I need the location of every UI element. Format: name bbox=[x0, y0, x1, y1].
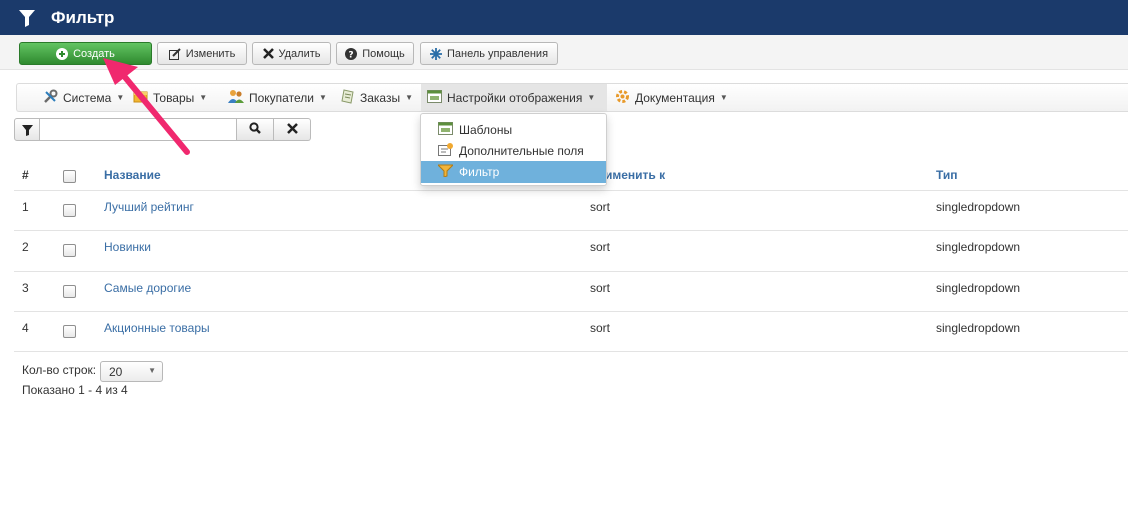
filter-icon bbox=[436, 164, 455, 180]
dropdown-item-templates[interactable]: Шаблоны bbox=[421, 119, 606, 141]
row-checkbox[interactable] bbox=[63, 285, 76, 298]
menu-item-orders[interactable]: Заказы ▼ bbox=[335, 84, 419, 111]
table-row: 1 Лучший рейтинг sort singledropdown bbox=[14, 190, 1128, 231]
table-row: 3 Самые дорогие sort singledropdown bbox=[14, 271, 1128, 312]
documentation-icon bbox=[615, 89, 630, 107]
delete-button[interactable]: Удалить bbox=[252, 42, 331, 65]
caret-down-icon: ▼ bbox=[719, 93, 728, 102]
help-button[interactable]: ? Помощь bbox=[336, 42, 414, 65]
table-row: 2 Новинки sort singledropdown bbox=[14, 230, 1128, 271]
rows-per-page-select[interactable]: 20 ▼ bbox=[100, 361, 163, 382]
menu-item-documentation[interactable]: Документация ▼ bbox=[609, 84, 734, 111]
search-icon bbox=[249, 122, 261, 137]
column-header-name[interactable]: Название bbox=[104, 160, 161, 190]
column-header-apply-to[interactable]: именить к bbox=[605, 160, 665, 190]
dropdown-item-extra-fields[interactable]: Дополнительные поля bbox=[421, 140, 606, 162]
plus-circle-icon bbox=[56, 47, 69, 60]
tools-icon bbox=[43, 89, 58, 107]
dropdown-item-filter[interactable]: Фильтр bbox=[421, 161, 606, 183]
search-bar bbox=[14, 118, 311, 141]
extra-fields-icon bbox=[438, 143, 453, 159]
search-button[interactable] bbox=[237, 118, 274, 141]
menu-item-display-settings[interactable]: Настройки отображения ▼ bbox=[421, 84, 607, 111]
menu-item-system[interactable]: Система ▼ bbox=[37, 84, 130, 111]
templates-icon bbox=[438, 122, 453, 138]
main-menu: Система ▼ Товары ▼ Покупатели ▼ Заказы ▼… bbox=[16, 83, 1128, 112]
table-row: 4 Акционные товары sort singledropdown bbox=[14, 311, 1128, 352]
page-title: Фильтр bbox=[51, 7, 115, 27]
search-input[interactable] bbox=[40, 118, 237, 141]
row-checkbox[interactable] bbox=[63, 325, 76, 338]
row-checkbox[interactable] bbox=[63, 244, 76, 257]
display-settings-dropdown: Шаблоны Дополнительные поля Фильтр bbox=[420, 113, 607, 186]
rows-per-page-label: Кол-во строк: bbox=[22, 363, 97, 377]
control-panel-button-label: Панель управления bbox=[446, 47, 549, 60]
close-icon bbox=[286, 122, 298, 137]
question-icon: ? bbox=[345, 47, 358, 60]
row-name-link[interactable]: Новинки bbox=[104, 240, 151, 254]
edit-icon bbox=[168, 47, 181, 60]
edit-button-label: Изменить bbox=[185, 47, 236, 60]
select-all-checkbox[interactable] bbox=[63, 170, 76, 183]
menu-item-products[interactable]: Товары ▼ bbox=[127, 84, 213, 111]
caret-down-icon: ▼ bbox=[587, 93, 596, 102]
funnel-icon bbox=[18, 8, 36, 28]
control-panel-button[interactable]: Панель управления bbox=[420, 42, 558, 65]
pagination-summary: Показано 1 - 4 из 4 bbox=[22, 383, 128, 397]
column-header-type[interactable]: Тип bbox=[936, 160, 958, 190]
row-checkbox[interactable] bbox=[63, 204, 76, 217]
asterisk-icon bbox=[429, 47, 442, 60]
caret-down-icon: ▼ bbox=[148, 366, 156, 375]
help-button-label: Помощь bbox=[362, 47, 405, 60]
edit-button[interactable]: Изменить bbox=[157, 42, 247, 65]
caret-down-icon: ▼ bbox=[405, 93, 414, 102]
close-icon bbox=[262, 48, 274, 59]
caret-down-icon: ▼ bbox=[318, 93, 327, 102]
display-settings-icon bbox=[427, 89, 442, 106]
row-name-link[interactable]: Самые дорогие bbox=[104, 281, 191, 295]
funnel-icon bbox=[14, 118, 40, 141]
orders-icon bbox=[341, 88, 355, 107]
products-icon bbox=[133, 89, 148, 107]
page-header: Фильтр bbox=[0, 0, 1128, 35]
caret-down-icon: ▼ bbox=[116, 93, 125, 102]
create-button[interactable]: Создать bbox=[19, 42, 152, 65]
row-name-link[interactable]: Акционные товары bbox=[104, 321, 210, 335]
menu-item-customers[interactable]: Покупатели ▼ bbox=[222, 84, 333, 111]
toolbar: Создать Изменить Удалить ? Помощь Панель… bbox=[0, 35, 1128, 70]
row-name-link[interactable]: Лучший рейтинг bbox=[104, 200, 194, 214]
users-icon bbox=[228, 89, 244, 107]
clear-search-button[interactable] bbox=[274, 118, 311, 141]
column-header-num: # bbox=[22, 168, 29, 182]
svg-text:?: ? bbox=[349, 50, 354, 60]
create-button-label: Создать bbox=[73, 47, 115, 60]
caret-down-icon: ▼ bbox=[199, 93, 208, 102]
delete-button-label: Удалить bbox=[278, 47, 321, 60]
